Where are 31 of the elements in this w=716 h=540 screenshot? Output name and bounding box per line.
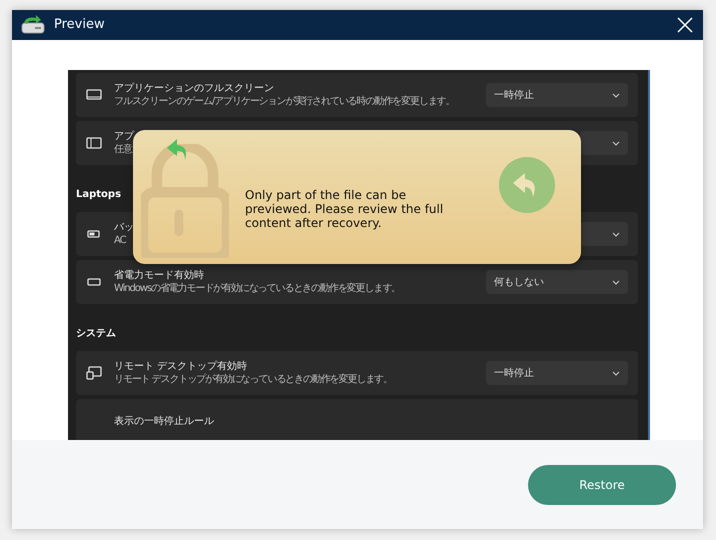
lock-icon <box>141 144 229 258</box>
setting-title: 省電力モード有効時 <box>114 269 204 282</box>
setting-description: AC <box>114 234 126 247</box>
dropdown[interactable] <box>580 131 628 155</box>
setting-description: 任意 <box>114 143 132 156</box>
chevron-icon <box>612 370 620 376</box>
window-title: Preview <box>54 16 105 34</box>
setting-title: アプリケーションのフルスクリーン <box>114 82 274 95</box>
chevron-icon <box>612 280 620 284</box>
setting-icon <box>86 365 102 381</box>
chevron-icon <box>612 140 620 146</box>
setting-title: 表示の一時停止ルール <box>114 414 214 428</box>
dropdown[interactable] <box>580 222 628 246</box>
section-heading: Laptops <box>76 188 122 202</box>
chevron-icon <box>612 92 620 98</box>
setting-title: バッ <box>114 221 134 234</box>
setting-description: リモート デスクトップが有効になっているときの動作を変更します。 <box>114 373 392 386</box>
dropdown[interactable]: 一時停止 <box>486 361 628 385</box>
setting-title: リモート デスクトップ有効時 <box>114 360 248 373</box>
setting-description: フルスクリーンのゲーム/アプリケーションが実行されている時の動作を変更します。 <box>114 95 454 108</box>
chevron-icon <box>612 232 620 236</box>
dropdown[interactable]: 一時停止 <box>486 83 628 107</box>
notice-message: Only part of the file can be previewed. Please review the full content after recovery. <box>245 188 444 230</box>
section-heading: システム <box>76 327 116 341</box>
undo-circle-icon <box>499 157 555 213</box>
restore-button[interactable]: Restore <box>528 464 676 504</box>
setting-icon <box>86 135 102 151</box>
setting-title: アプ <box>114 130 134 143</box>
dropdown[interactable]: 何もしない <box>486 270 628 294</box>
setting-description: Windowsの省電力モードが有効になっているときの動作を変更します。 <box>114 282 400 295</box>
close-icon[interactable] <box>677 17 693 33</box>
